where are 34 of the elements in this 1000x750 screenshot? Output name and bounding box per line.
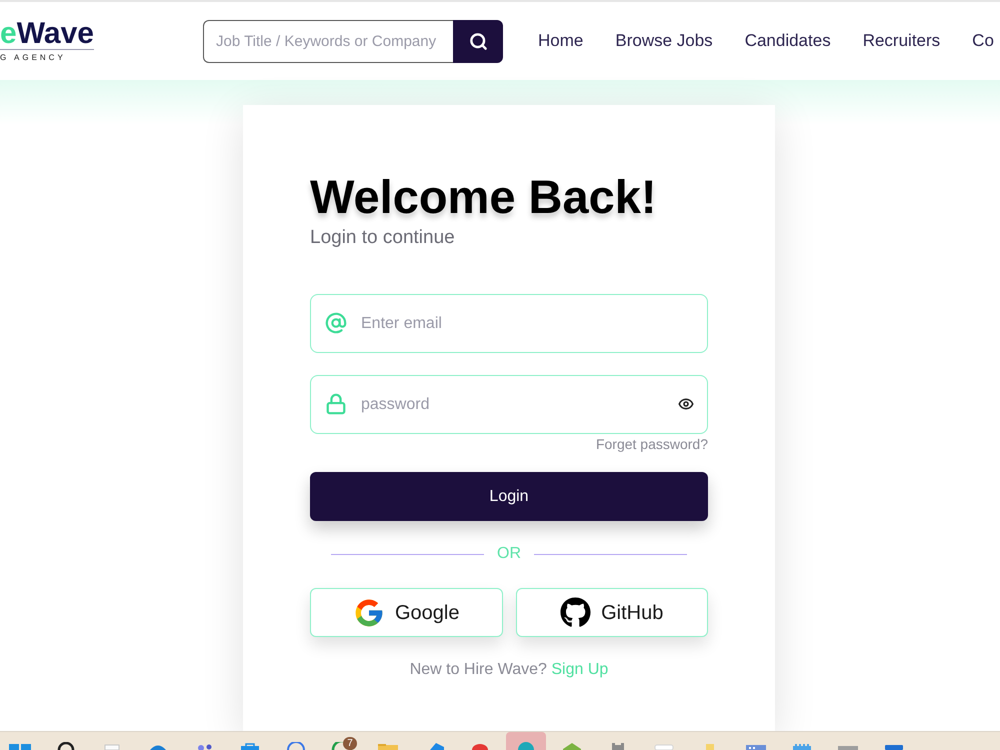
login-subtitle: Login to continue <box>310 226 456 250</box>
notification-badge: 7 <box>343 737 357 750</box>
search-icon <box>468 32 488 50</box>
windows-logo-icon <box>8 742 32 750</box>
email-field[interactable]: Enter email <box>310 294 708 353</box>
ring-app-icon <box>284 742 308 750</box>
nav-link[interactable]: Recruiters <box>862 28 940 54</box>
github-login-button[interactable]: GitHub <box>516 588 708 637</box>
notepad-icon <box>790 742 814 750</box>
or-divider-label: OR <box>497 544 521 564</box>
login-button[interactable]: Login <box>310 472 708 521</box>
at-sign-icon <box>325 312 347 334</box>
welcome-title: Welcome Back! <box>310 173 658 221</box>
search-field[interactable]: Job Title / Keywords or Company <box>203 20 453 62</box>
google-login-button[interactable]: Google <box>310 588 502 637</box>
window-app-icon <box>744 742 768 750</box>
lock-icon <box>325 393 347 415</box>
folder-icon <box>376 742 400 750</box>
nav-link[interactable]: Home <box>538 28 584 54</box>
search-button[interactable] <box>453 20 503 62</box>
nav-link[interactable]: Browse Jobs <box>615 28 713 54</box>
google-logo-icon <box>353 596 385 628</box>
show-password-eye-icon[interactable] <box>678 396 694 412</box>
logo-tagline: G AGENCY <box>0 52 66 64</box>
github-logo-icon <box>560 597 592 628</box>
nav-link[interactable]: Co <box>972 28 994 54</box>
password-field[interactable]: password <box>310 375 708 434</box>
nav-link[interactable]: Candidates <box>744 28 831 54</box>
bag-icon <box>238 742 262 750</box>
house-app-icon <box>560 742 584 750</box>
taskbar-button[interactable]: 7 <box>322 732 362 750</box>
signup-prompt: New to Hire Wave? <box>410 661 547 678</box>
app-icon <box>882 742 906 750</box>
logo-wordmark: eWave <box>0 18 94 50</box>
